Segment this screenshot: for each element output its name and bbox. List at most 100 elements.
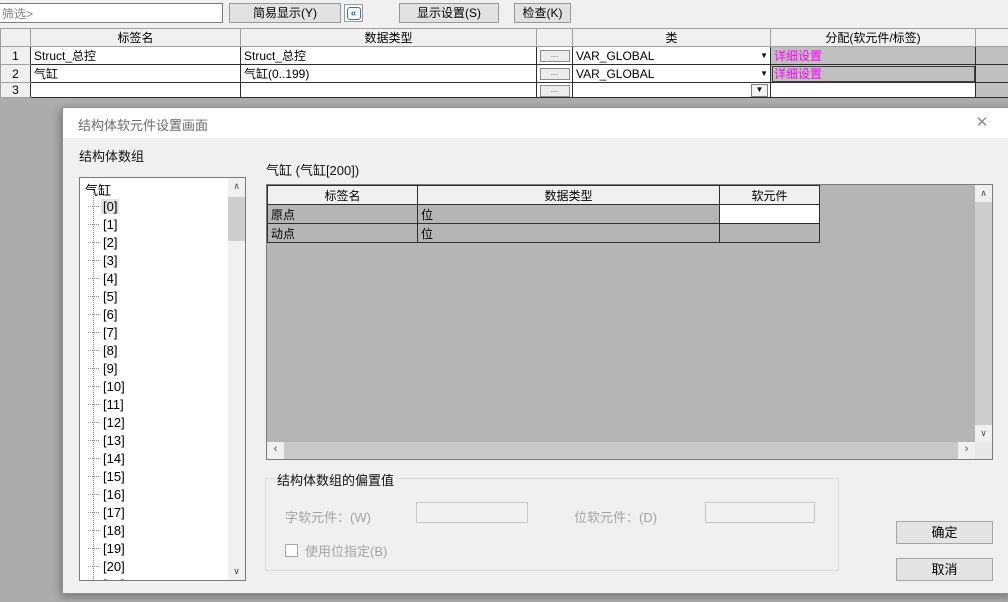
label-name-cell[interactable]: Struct_总控 [31, 47, 241, 65]
tree-branch-icon [88, 458, 99, 459]
scroll-down-icon[interactable]: ∨ [228, 563, 245, 580]
tree-item-label[interactable]: [8] [101, 343, 119, 358]
dialog-title: 结构体软元件设置画面 [78, 115, 208, 134]
tree-item-19[interactable]: [19] [88, 540, 127, 556]
tree-item-11[interactable]: [11] [88, 396, 126, 412]
class-cell[interactable]: VAR_GLOBAL▼ [573, 47, 771, 65]
detail-setting-link[interactable]: 详细设置 [774, 49, 822, 63]
collapse-button[interactable]: « [344, 4, 363, 22]
member-label-cell: 动点 [268, 224, 418, 243]
cancel-button[interactable]: 取消 [896, 558, 993, 581]
panel-vertical-scrollbar[interactable]: ∧ ∨ [975, 185, 992, 442]
tree-item-label[interactable]: [1] [101, 217, 119, 232]
tree-vertical-scrollbar[interactable]: ∧ ∨ [228, 178, 245, 580]
use-bit-specification-checkbox[interactable] [285, 544, 298, 557]
structure-array-tree[interactable]: 气缸 [0] [1] [2] [3] [4] [5] [6] [7] [8] [9] [10] [11… [79, 177, 246, 581]
tree-item-2[interactable]: [2] [88, 234, 119, 250]
tree-item-label[interactable]: [12] [101, 415, 127, 430]
tree-item-label[interactable]: [20] [101, 559, 127, 574]
tree-item-label[interactable]: [19] [101, 541, 127, 556]
data-type-cell[interactable]: 气缸(0..199) [241, 65, 537, 83]
filter-input[interactable] [0, 3, 223, 23]
tree-item-label[interactable]: [4] [101, 271, 119, 286]
tree-item-3[interactable]: [3] [88, 252, 119, 268]
scrollbar-thumb[interactable] [284, 442, 958, 459]
tree-item-label[interactable]: [6] [101, 307, 119, 322]
tree-item-label[interactable]: [3] [101, 253, 119, 268]
scrollbar-thumb[interactable] [975, 202, 992, 425]
tree-item-0[interactable]: [0] [88, 198, 119, 214]
tree-item-label[interactable]: [14] [101, 451, 127, 466]
assign-cell[interactable] [771, 83, 976, 98]
scroll-up-icon[interactable]: ∧ [975, 185, 992, 202]
tree-root-item[interactable]: 气缸 [85, 180, 111, 199]
class-cell[interactable]: ▼ [573, 83, 771, 98]
offset-value-group: 结构体数组的偏置值 字软元件：(W) 位软元件：(D) 使用位指定(B) [265, 478, 839, 571]
tree-item-14[interactable]: [14] [88, 450, 127, 466]
tree-item-16[interactable]: [16] [88, 486, 127, 502]
tree-item-7[interactable]: [7] [88, 324, 119, 340]
data-type-cell[interactable] [241, 83, 537, 98]
tree-item-label[interactable]: [7] [101, 325, 119, 340]
tree-item-label[interactable]: [15] [101, 469, 127, 484]
scroll-up-icon[interactable]: ∧ [228, 178, 245, 195]
tree-item-8[interactable]: [8] [88, 342, 119, 358]
ok-button[interactable]: 确定 [896, 521, 993, 544]
tree-item-label[interactable]: [21] [101, 577, 127, 581]
dialog-titlebar[interactable]: 结构体软元件设置画面 ✕ [63, 108, 1008, 138]
label-name-cell[interactable] [31, 83, 241, 98]
tree-item-label[interactable]: [13] [101, 433, 127, 448]
browse-button[interactable]: ... [540, 68, 570, 80]
tree-item-label[interactable]: [9] [101, 361, 119, 376]
tree-item-label[interactable]: [5] [101, 289, 119, 304]
data-type-cell[interactable]: Struct_总控 [241, 47, 537, 65]
tree-item-18[interactable]: [18] [88, 522, 127, 538]
tree-item-13[interactable]: [13] [88, 432, 127, 448]
tree-item-label[interactable]: [18] [101, 523, 127, 538]
label-name-cell[interactable]: 气缸 [31, 65, 241, 83]
browse-button[interactable]: ... [540, 50, 570, 62]
dropdown-arrow-icon[interactable]: ▼ [760, 52, 768, 60]
tree-item-label[interactable]: [10] [101, 379, 127, 394]
tree-item-15[interactable]: [15] [88, 468, 127, 484]
tree-item-20[interactable]: [20] [88, 558, 127, 574]
tree-item-4[interactable]: [4] [88, 270, 119, 286]
bit-device-input[interactable] [705, 502, 815, 523]
tree-branch-icon [88, 548, 99, 549]
word-device-input[interactable] [416, 502, 528, 523]
dropdown-button[interactable]: ▼ [751, 84, 768, 97]
tree-item-17[interactable]: [17] [88, 504, 127, 520]
simple-display-button[interactable]: 简易显示(Y) [229, 3, 341, 23]
tree-item-label[interactable]: [2] [101, 235, 119, 250]
tree-item-label[interactable]: [11] [101, 397, 126, 412]
scroll-left-icon[interactable]: ‹ [267, 442, 284, 459]
scrollbar-thumb[interactable] [228, 197, 245, 241]
tree-item-9[interactable]: [9] [88, 360, 119, 376]
close-icon[interactable]: ✕ [966, 111, 998, 135]
tree-branch-icon [88, 278, 99, 279]
browse-button[interactable]: ... [540, 85, 570, 97]
assign-cell-focused[interactable]: 详细设置 [771, 65, 976, 83]
member-device-cell[interactable] [720, 205, 820, 224]
tree-item-12[interactable]: [12] [88, 414, 127, 430]
tree-item-21[interactable]: [21] [88, 576, 127, 580]
assign-cell[interactable]: 详细设置 [771, 47, 976, 65]
tree-item-label[interactable]: [0] [101, 199, 119, 214]
tree-item-label[interactable]: [16] [101, 487, 127, 502]
tree-item-6[interactable]: [6] [88, 306, 119, 322]
panel-horizontal-scrollbar[interactable]: ‹ › [267, 442, 975, 459]
class-cell[interactable]: VAR_GLOBAL▼ [573, 65, 771, 83]
structure-device-setting-dialog: 结构体软元件设置画面 ✕ 结构体数组 气缸 [0][1][2][3][4][5]… [62, 107, 1008, 594]
scroll-right-icon[interactable]: › [958, 442, 975, 459]
check-button[interactable]: 检查(K) [514, 3, 571, 23]
scroll-down-icon[interactable]: ∨ [975, 425, 992, 442]
display-setting-button[interactable]: 显示设置(S) [399, 3, 499, 23]
tree-item-label[interactable]: [17] [101, 505, 127, 520]
tree-item-1[interactable]: [1] [88, 216, 119, 232]
tree-item-10[interactable]: [10] [88, 378, 127, 394]
dropdown-arrow-icon[interactable]: ▼ [760, 70, 768, 78]
tree-item-5[interactable]: [5] [88, 288, 119, 304]
member-device-cell[interactable] [720, 224, 820, 243]
detail-setting-link[interactable]: 详细设置 [774, 67, 822, 81]
offset-group-title: 结构体数组的偏置值 [274, 470, 397, 489]
